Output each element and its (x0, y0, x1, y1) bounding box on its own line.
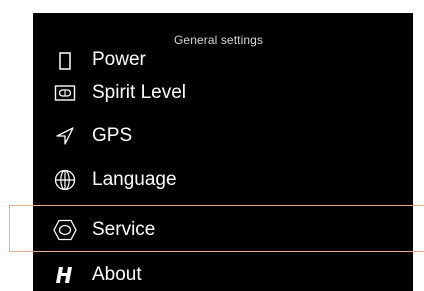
power-icon (53, 49, 77, 73)
menu-item-label: Power (92, 49, 146, 70)
page-title: General settings (174, 33, 263, 47)
spirit-level-icon (53, 81, 77, 105)
menu-item-spirit-level[interactable]: Spirit Level (33, 71, 413, 115)
menu-item-language[interactable]: Language (33, 158, 413, 202)
menu-item-label: GPS (92, 125, 133, 146)
hasselblad-h-icon (53, 263, 77, 287)
menu-item-about[interactable]: About (33, 253, 413, 291)
menu-item-label: About (92, 264, 142, 285)
gps-icon (53, 124, 77, 148)
menu-item-label: Spirit Level (92, 82, 186, 103)
globe-icon (53, 168, 77, 192)
menu-item-label: Language (92, 169, 177, 190)
menu-item-gps[interactable]: GPS (33, 114, 413, 158)
selection-highlight-frame (9, 205, 424, 252)
